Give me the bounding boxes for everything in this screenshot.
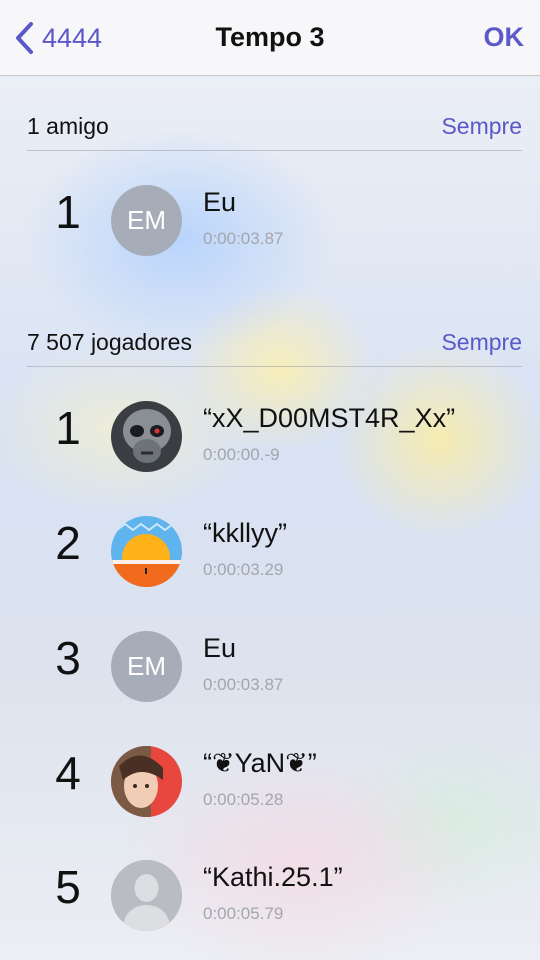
rank-number: 4: [55, 747, 81, 799]
player-time: 0:00:05.28: [203, 790, 284, 809]
leaderboard-row[interactable]: 2 “kkllyy” 0:00:03.29: [0, 502, 540, 602]
player-time: 0:00:00.-9: [203, 445, 280, 464]
player-name: Eu: [203, 187, 237, 217]
leaderboard-row[interactable]: 1 “xX_D00MST4R_Xx” 0:00:00.-9: [0, 387, 540, 487]
player-time: 0:00:05.79: [203, 904, 284, 923]
rank-number: 1: [55, 186, 81, 238]
rank-number: 1: [55, 402, 81, 454]
friend-row[interactable]: 1 EM Eu 0:00:03.87: [0, 171, 540, 271]
player-name: Eu: [203, 633, 237, 663]
rank-number: 2: [55, 517, 81, 569]
initials-avatar: EM: [111, 631, 182, 702]
page-title: Tempo 3: [215, 22, 325, 52]
navigation-bar: 4444 Tempo 3 OK: [0, 0, 540, 76]
player-time: 0:00:03.87: [203, 675, 284, 694]
players-section-header: 7 507 jogadores Sempre: [27, 314, 522, 367]
friends-section-header: 1 amigo Sempre: [27, 98, 522, 151]
photo-avatar: [111, 746, 182, 817]
leaderboard-row[interactable]: 5 “Kathi.25.1” 0:00:05.79: [0, 846, 540, 946]
player-name: “xX_D00MST4R_Xx”: [203, 403, 456, 433]
rank-number: 5: [55, 861, 81, 913]
skull-avatar: [111, 401, 182, 472]
player-name: “❦YaN❦”: [203, 748, 317, 778]
leaderboard-row[interactable]: 4 “❦YaN❦” 0:00:05.28: [0, 732, 540, 832]
initials-avatar: EM: [111, 185, 182, 256]
rank-number: 3: [55, 632, 81, 684]
leaderboard-row[interactable]: 3 EM Eu 0:00:03.87: [0, 617, 540, 717]
players-time-filter-button[interactable]: Sempre: [441, 329, 522, 356]
player-time: 0:00:03.87: [203, 229, 284, 248]
player-time: 0:00:03.29: [203, 560, 284, 579]
friends-time-filter-button[interactable]: Sempre: [441, 113, 522, 140]
sunset-avatar: [111, 516, 182, 587]
friends-count-label: 1 amigo: [27, 113, 109, 139]
person-silhouette-avatar: [111, 860, 182, 931]
player-name: “Kathi.25.1”: [203, 862, 343, 892]
player-name: “kkllyy”: [203, 518, 287, 548]
players-count-label: 7 507 jogadores: [27, 329, 192, 355]
ok-button[interactable]: OK: [484, 22, 525, 53]
